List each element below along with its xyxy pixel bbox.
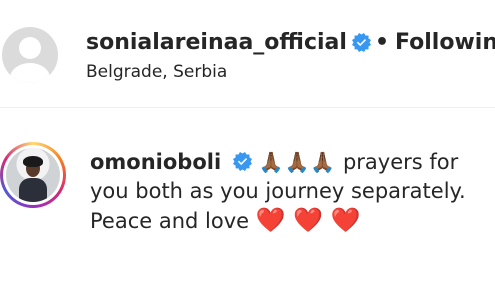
comment-body: omonioboli 🙏🏾🙏🏾🙏🏾 prayers for you both a…	[90, 148, 490, 236]
comment-username[interactable]: omonioboli	[90, 150, 221, 174]
praying-hands-emoji: 🙏🏾🙏🏾🙏🏾	[258, 150, 337, 174]
comment-item: omonioboli 🙏🏾🙏🏾🙏🏾 prayers for you both a…	[0, 108, 495, 298]
following-button[interactable]: Following	[395, 30, 495, 55]
location-link[interactable]: Belgrade, Serbia	[86, 62, 227, 82]
verified-badge-icon	[232, 152, 252, 171]
default-avatar-icon[interactable]	[2, 27, 58, 83]
red-heart-emoji: ❤️ ❤️ ❤️	[255, 206, 361, 234]
verified-badge-icon	[351, 33, 371, 52]
post-author-row: sonialareinaa_official • Following	[86, 30, 495, 55]
separator-dot: •	[374, 30, 389, 55]
post-author-username[interactable]: sonialareinaa_official	[86, 30, 347, 55]
commenter-avatar[interactable]	[0, 142, 66, 208]
post-header: sonialareinaa_official • Following Belgr…	[0, 0, 495, 106]
